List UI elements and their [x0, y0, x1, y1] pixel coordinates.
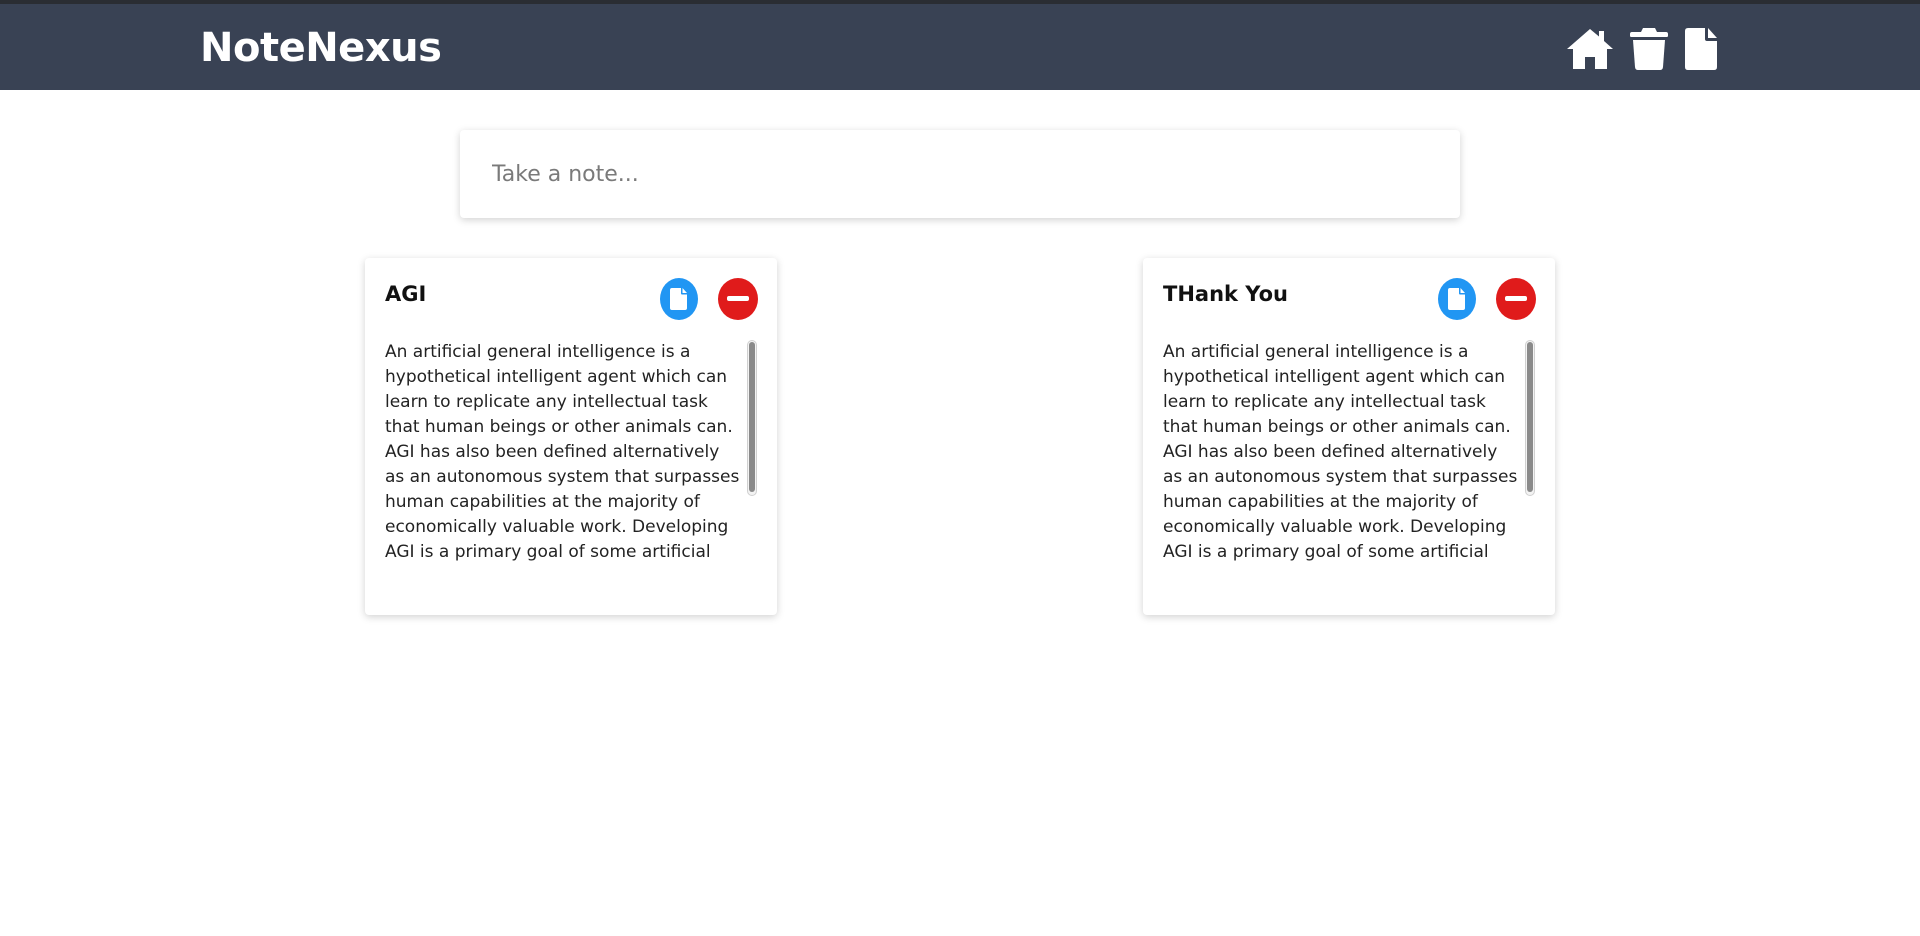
- scrollbar[interactable]: [1525, 340, 1535, 496]
- delete-note-button[interactable]: [718, 278, 758, 320]
- file-icon[interactable]: [1683, 26, 1719, 72]
- minus-icon: [727, 296, 749, 301]
- app-title: NoteNexus: [200, 25, 442, 71]
- note-composer: [460, 130, 1460, 218]
- note-actions: [1438, 278, 1536, 320]
- note-body: An artificial general intelligence is a …: [1163, 342, 1518, 562]
- note-actions: [660, 278, 758, 320]
- note-title: AGI: [385, 282, 427, 306]
- scrollbar-thumb[interactable]: [749, 342, 755, 492]
- app-header: NoteNexus: [0, 4, 1920, 90]
- trash-icon[interactable]: [1629, 26, 1669, 72]
- minus-icon: [1505, 296, 1527, 301]
- save-note-button[interactable]: [660, 278, 698, 320]
- note-title: THank You: [1163, 282, 1288, 306]
- note-body-scroll[interactable]: An artificial general intelligence is a …: [385, 340, 757, 565]
- take-note-input[interactable]: [460, 130, 1460, 218]
- home-icon[interactable]: [1565, 26, 1615, 72]
- note-card: THank You An artificial general intellig…: [1143, 258, 1555, 615]
- scrollbar-thumb[interactable]: [1527, 342, 1533, 492]
- scrollbar[interactable]: [747, 340, 757, 496]
- file-icon: [1448, 288, 1465, 310]
- file-icon: [670, 288, 687, 310]
- note-body: An artificial general intelligence is a …: [385, 342, 740, 562]
- note-body-scroll[interactable]: An artificial general intelligence is a …: [1163, 340, 1535, 565]
- header-nav: [1565, 26, 1719, 72]
- save-note-button[interactable]: [1438, 278, 1476, 320]
- note-card: AGI An artificial general intelligence i…: [365, 258, 777, 615]
- delete-note-button[interactable]: [1496, 278, 1536, 320]
